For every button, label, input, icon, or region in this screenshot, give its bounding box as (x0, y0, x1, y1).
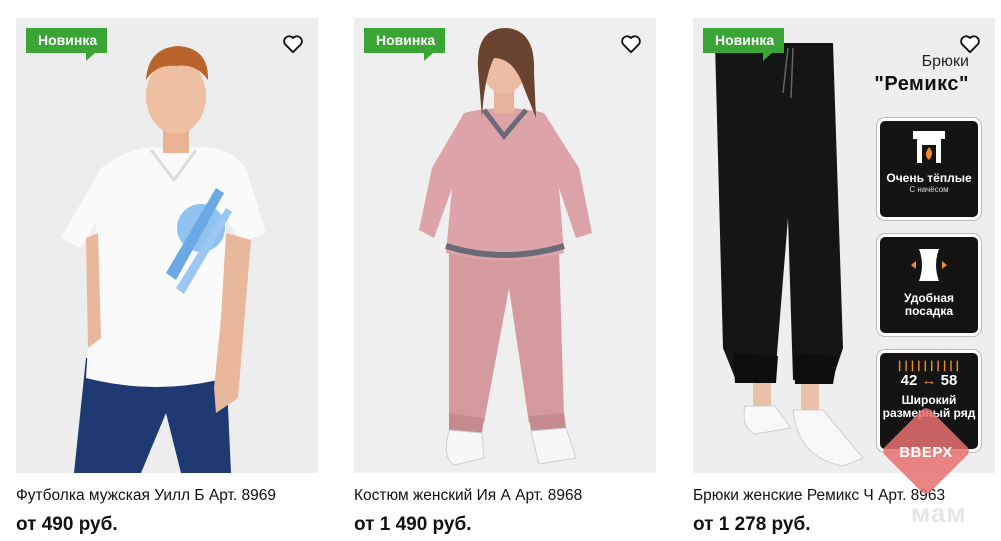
product-card-1[interactable]: Новинка Футболка мужская Уилл Б Арт. 896… (16, 18, 318, 536)
fireplace-icon (913, 131, 945, 163)
new-badge: Новинка (26, 28, 108, 61)
size-to: 58 (940, 372, 958, 389)
scroll-up-label: ВВЕРХ (899, 444, 953, 461)
arrows-icon: ↔ (921, 372, 937, 389)
heart-icon[interactable] (959, 34, 981, 54)
size-from: 42 (900, 372, 918, 389)
new-badge: Новинка (364, 28, 446, 61)
ruler-icon: ┃┃┃┃┃┃┃┃┃┃ (896, 361, 962, 371)
product-title[interactable]: Футболка мужская Уилл Б Арт. 8969 (16, 487, 318, 505)
feature-fit-title: Удобная посадка (904, 291, 954, 318)
product-title[interactable]: Костюм женский Ия А Арт. 8968 (354, 487, 656, 505)
product-image-2[interactable]: Новинка (354, 18, 656, 473)
promo-line1: Брюки (921, 53, 969, 70)
feature-warm-sub: С начёсом (909, 185, 949, 194)
man-tshirt-photo (16, 18, 318, 473)
product-card-2[interactable]: Новинка Костюм женский Ия А Арт. 8968 от… (354, 18, 656, 536)
heart-icon[interactable] (620, 34, 642, 54)
promo-line2: "Ремикс" (874, 73, 969, 95)
new-badge: Новинка (703, 28, 785, 61)
product-price: от 490 руб. (16, 514, 118, 535)
waist-icon (911, 249, 947, 281)
woman-suit-photo (354, 18, 656, 473)
watermark-text: мам (911, 498, 967, 528)
heart-icon[interactable] (282, 34, 304, 54)
product-price: от 1 490 руб. (354, 514, 472, 535)
promo-heading: Брюки "Ремикс" (874, 52, 969, 96)
feature-warm-title: Очень тёплые (886, 171, 972, 185)
scroll-up-button[interactable]: ВВЕРХ (880, 405, 972, 497)
feature-fit-panel: Удобная посадка (877, 234, 981, 336)
product-image-1[interactable]: Новинка (16, 18, 318, 473)
feature-warm-panel: Очень тёплые С начёсом (877, 118, 981, 220)
